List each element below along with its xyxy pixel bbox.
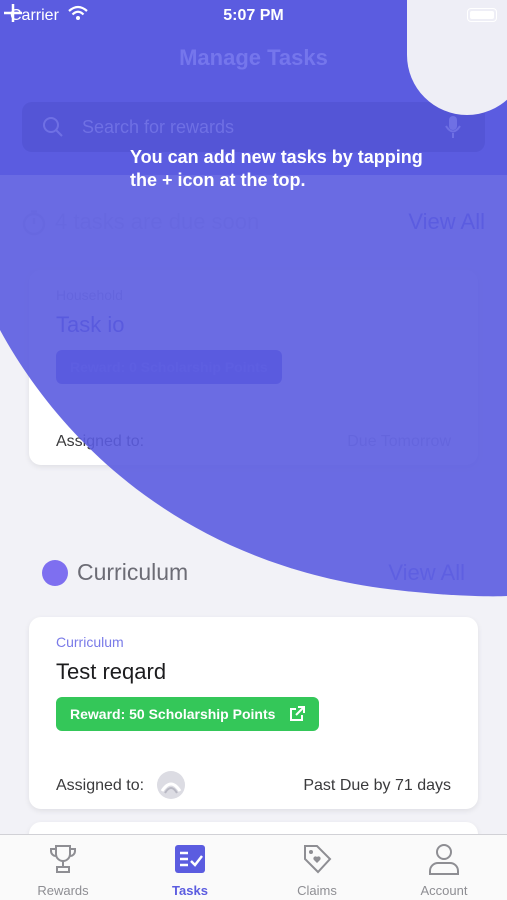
tab-label: Tasks	[172, 883, 208, 898]
tab-tasks[interactable]: Tasks	[127, 835, 253, 900]
due-status: Past Due by 71 days	[303, 777, 451, 794]
due-soon-text: 4 tasks are due soon	[55, 209, 260, 234]
view-all-due-link[interactable]: View All	[408, 209, 485, 235]
curriculum-task-card[interactable]: Curriculum Test reqard Reward: 50 Schola…	[29, 617, 478, 809]
tab-rewards[interactable]: Rewards	[0, 835, 126, 900]
timer-icon	[22, 210, 46, 236]
external-link-icon	[290, 705, 306, 721]
search-icon	[43, 117, 63, 137]
assigned-label: Assigned to:	[56, 777, 145, 794]
tag-icon	[304, 845, 332, 874]
reward-badge[interactable]: Reward: 50 Scholarship Points	[56, 697, 320, 731]
tab-label: Account	[420, 883, 468, 898]
person-icon	[429, 844, 459, 875]
reward-text: Reward: 50 Scholarship Points	[70, 706, 276, 722]
screen: 4 tasks are due soon View All Household …	[0, 0, 507, 900]
microphone-icon[interactable]	[445, 115, 461, 139]
category-color-dot	[42, 560, 68, 586]
task-title: Task io	[56, 312, 125, 337]
search-bar[interactable]: Search for rewards	[22, 102, 485, 152]
view-all-curriculum-link[interactable]: View All	[388, 560, 465, 586]
avatar-icon	[157, 771, 185, 799]
assigned-label: Assigned to:	[56, 433, 145, 450]
due-soon-row: 4 tasks are due soon View All	[22, 205, 485, 239]
clock: 5:07 PM	[223, 7, 284, 24]
tab-label: Rewards	[37, 883, 89, 898]
task-category: Household	[56, 287, 123, 303]
tasks-icon	[175, 845, 205, 873]
task-title: Test reqard	[56, 659, 167, 684]
status-bar: Carrier 5:07 PM	[0, 0, 507, 32]
avatar[interactable]	[157, 771, 185, 799]
search-input[interactable]: Search for rewards	[82, 117, 234, 138]
household-task-card[interactable]: Household Task io Reward: 0 Scholarship …	[29, 270, 478, 465]
trophy-icon	[50, 845, 76, 873]
tab-bar: Rewards Tasks Claims Account	[0, 834, 507, 900]
section-title: Curriculum	[77, 559, 189, 585]
due-status: Due Tomorrow	[347, 433, 451, 450]
page-title: Manage Tasks	[179, 45, 328, 70]
task-category: Curriculum	[56, 634, 124, 650]
tab-label: Claims	[297, 883, 337, 898]
curriculum-section-header: Curriculum View All	[42, 558, 465, 590]
reward-badge[interactable]: Reward: 0 Scholarship Points	[56, 350, 282, 384]
battery-icon	[467, 8, 497, 22]
tab-claims[interactable]: Claims	[254, 835, 380, 900]
tab-account[interactable]: Account	[381, 835, 507, 900]
